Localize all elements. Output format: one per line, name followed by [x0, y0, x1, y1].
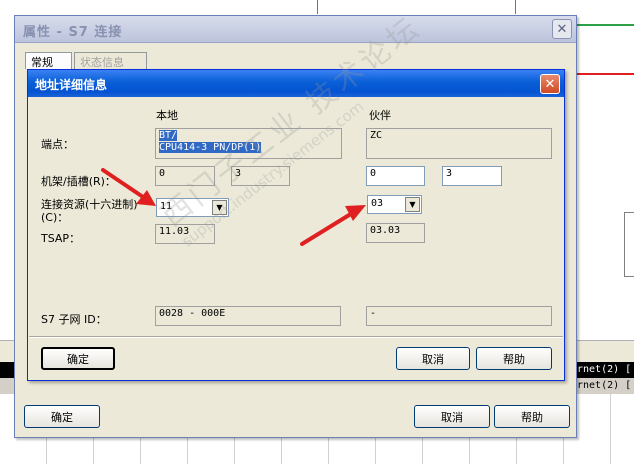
red-arrow-annotation	[101, 168, 366, 246]
